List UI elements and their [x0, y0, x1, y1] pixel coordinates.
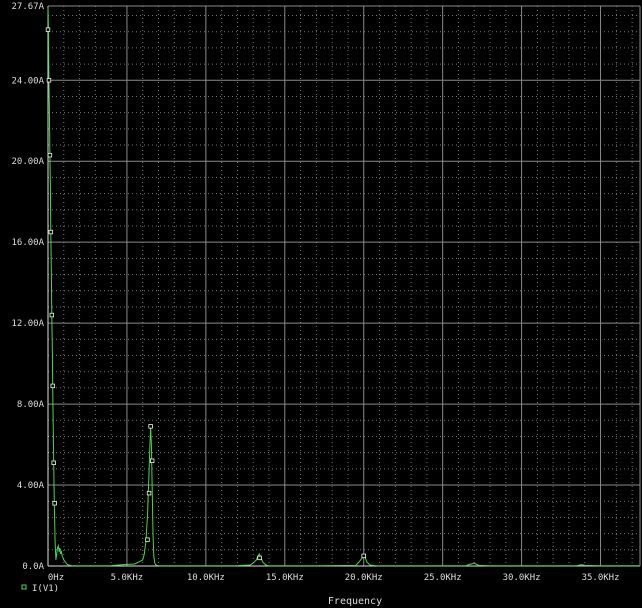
- x-tick-label: 35.0KHz: [582, 573, 620, 583]
- series-point-marker: [45, 27, 51, 32]
- x-tick-label: 5.0KHz: [111, 573, 144, 583]
- plot-grid: [47, 5, 640, 567]
- y-tick-label: 0.0A: [22, 562, 44, 572]
- x-axis-ticks: 0Hz 5.0KHz 10.0KHz 15.0KHz 20.0KHz 25.0KHz 30.…: [48, 573, 620, 583]
- series-point-marker: [47, 152, 53, 158]
- y-tick-label: 27.67A: [11, 2, 44, 12]
- x-tick-label: 20.0KHz: [345, 573, 383, 583]
- series-point-marker: [257, 555, 262, 561]
- series-point-marker: [51, 460, 56, 465]
- series-point-marker: [48, 229, 54, 235]
- y-tick-label: 8.00A: [17, 400, 45, 410]
- series-line: [47, 7, 640, 567]
- y-tick-label: 24.00A: [11, 76, 44, 86]
- probe-plot: 0.0A 4.00A 8.00A 12.00A 16.00A 20.00A 24.00A 27…: [11, 2, 641, 607]
- y-tick-label: 12.00A: [11, 319, 44, 329]
- series-point-marker: [46, 78, 52, 83]
- plot-legend: I(V1): [21, 584, 59, 594]
- legend-label: I(V1): [32, 584, 59, 594]
- y-tick-label: 20.00A: [11, 157, 44, 167]
- series-layer: [45, 7, 640, 567]
- y-axis-ticks: 0.0A 4.00A 8.00A 12.00A 16.00A 20.00A 24.00A 27…: [11, 2, 44, 572]
- series-point-marker: [149, 458, 155, 463]
- x-tick-label: 30.0KHz: [503, 573, 541, 583]
- legend-marker-icon: [21, 584, 27, 590]
- x-tick-label: 25.0KHz: [424, 573, 462, 583]
- series-point-marker: [148, 424, 153, 429]
- series-point-marker: [146, 490, 152, 496]
- series-point-marker: [361, 553, 366, 559]
- x-tick-label: 0Hz: [48, 573, 64, 583]
- plot-axes: [47, 5, 641, 567]
- x-tick-label: 10.0KHz: [187, 573, 225, 583]
- series-point-marker: [52, 501, 57, 506]
- x-tick-label: 15.0KHz: [266, 573, 304, 583]
- y-tick-label: 4.00A: [17, 481, 45, 491]
- y-tick-label: 16.00A: [11, 238, 44, 248]
- series-point-marker: [49, 312, 54, 318]
- x-axis-label: Frequency: [328, 596, 382, 607]
- series-point-marker: [50, 383, 55, 389]
- series-point-marker: [145, 537, 150, 542]
